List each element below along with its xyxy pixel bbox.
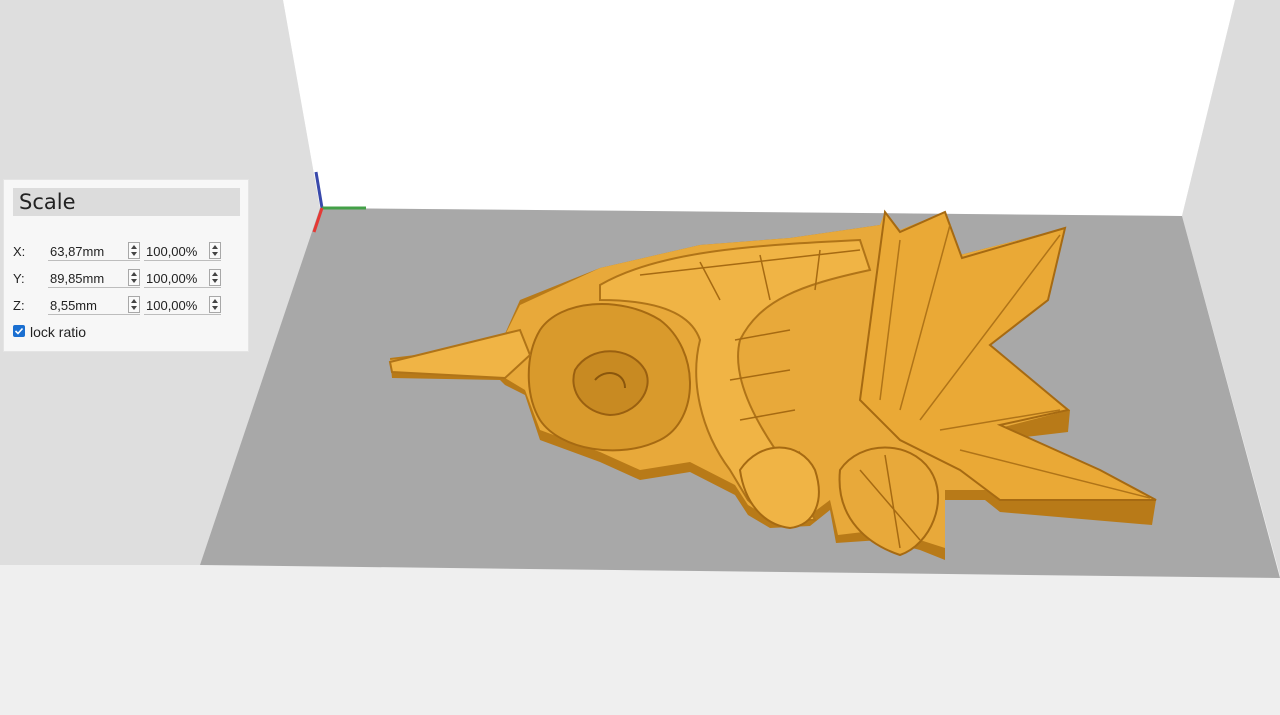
z-percent-spinner-icon[interactable] [209, 296, 221, 313]
axis-label-z: Z: [13, 298, 25, 313]
x-mm-spinner-icon[interactable] [128, 242, 140, 259]
scale-row-z: Z: 8,55mm 100,00% [4, 295, 250, 317]
z-mm-spinner-icon[interactable] [128, 296, 140, 313]
scale-row-y: Y: 89,85mm 100,00% [4, 268, 250, 290]
scale-panel: Scale X: 63,87mm 100,00% Y: 89,85mm 100,… [3, 179, 249, 352]
y-mm-field[interactable]: 89,85mm [48, 268, 140, 288]
volume-back-wall [283, 0, 1235, 216]
z-mm-value: 8,55mm [50, 298, 97, 313]
x-mm-value: 63,87mm [50, 244, 105, 259]
y-mm-spinner-icon[interactable] [128, 269, 140, 286]
x-percent-value: 100,00% [146, 244, 198, 259]
x-mm-field[interactable]: 63,87mm [48, 241, 140, 261]
z-mm-field[interactable]: 8,55mm [48, 295, 140, 315]
y-percent-value: 100,00% [146, 271, 198, 286]
z-percent-field[interactable]: 100,00% [144, 295, 221, 315]
axis-label-x: X: [13, 244, 26, 259]
lock-ratio-checkbox[interactable] [13, 325, 25, 337]
y-percent-spinner-icon[interactable] [209, 269, 221, 286]
lock-ratio-label: lock ratio [30, 324, 87, 340]
scale-row-x: X: 63,87mm 100,00% [4, 241, 250, 263]
axis-label-y: Y: [13, 271, 25, 286]
x-percent-field[interactable]: 100,00% [144, 241, 221, 261]
floor [0, 565, 1280, 715]
y-mm-value: 89,85mm [50, 271, 105, 286]
panel-title: Scale [13, 188, 240, 216]
x-percent-spinner-icon[interactable] [209, 242, 221, 259]
y-percent-field[interactable]: 100,00% [144, 268, 221, 288]
3d-viewport[interactable] [0, 0, 1280, 715]
z-percent-value: 100,00% [146, 298, 198, 313]
